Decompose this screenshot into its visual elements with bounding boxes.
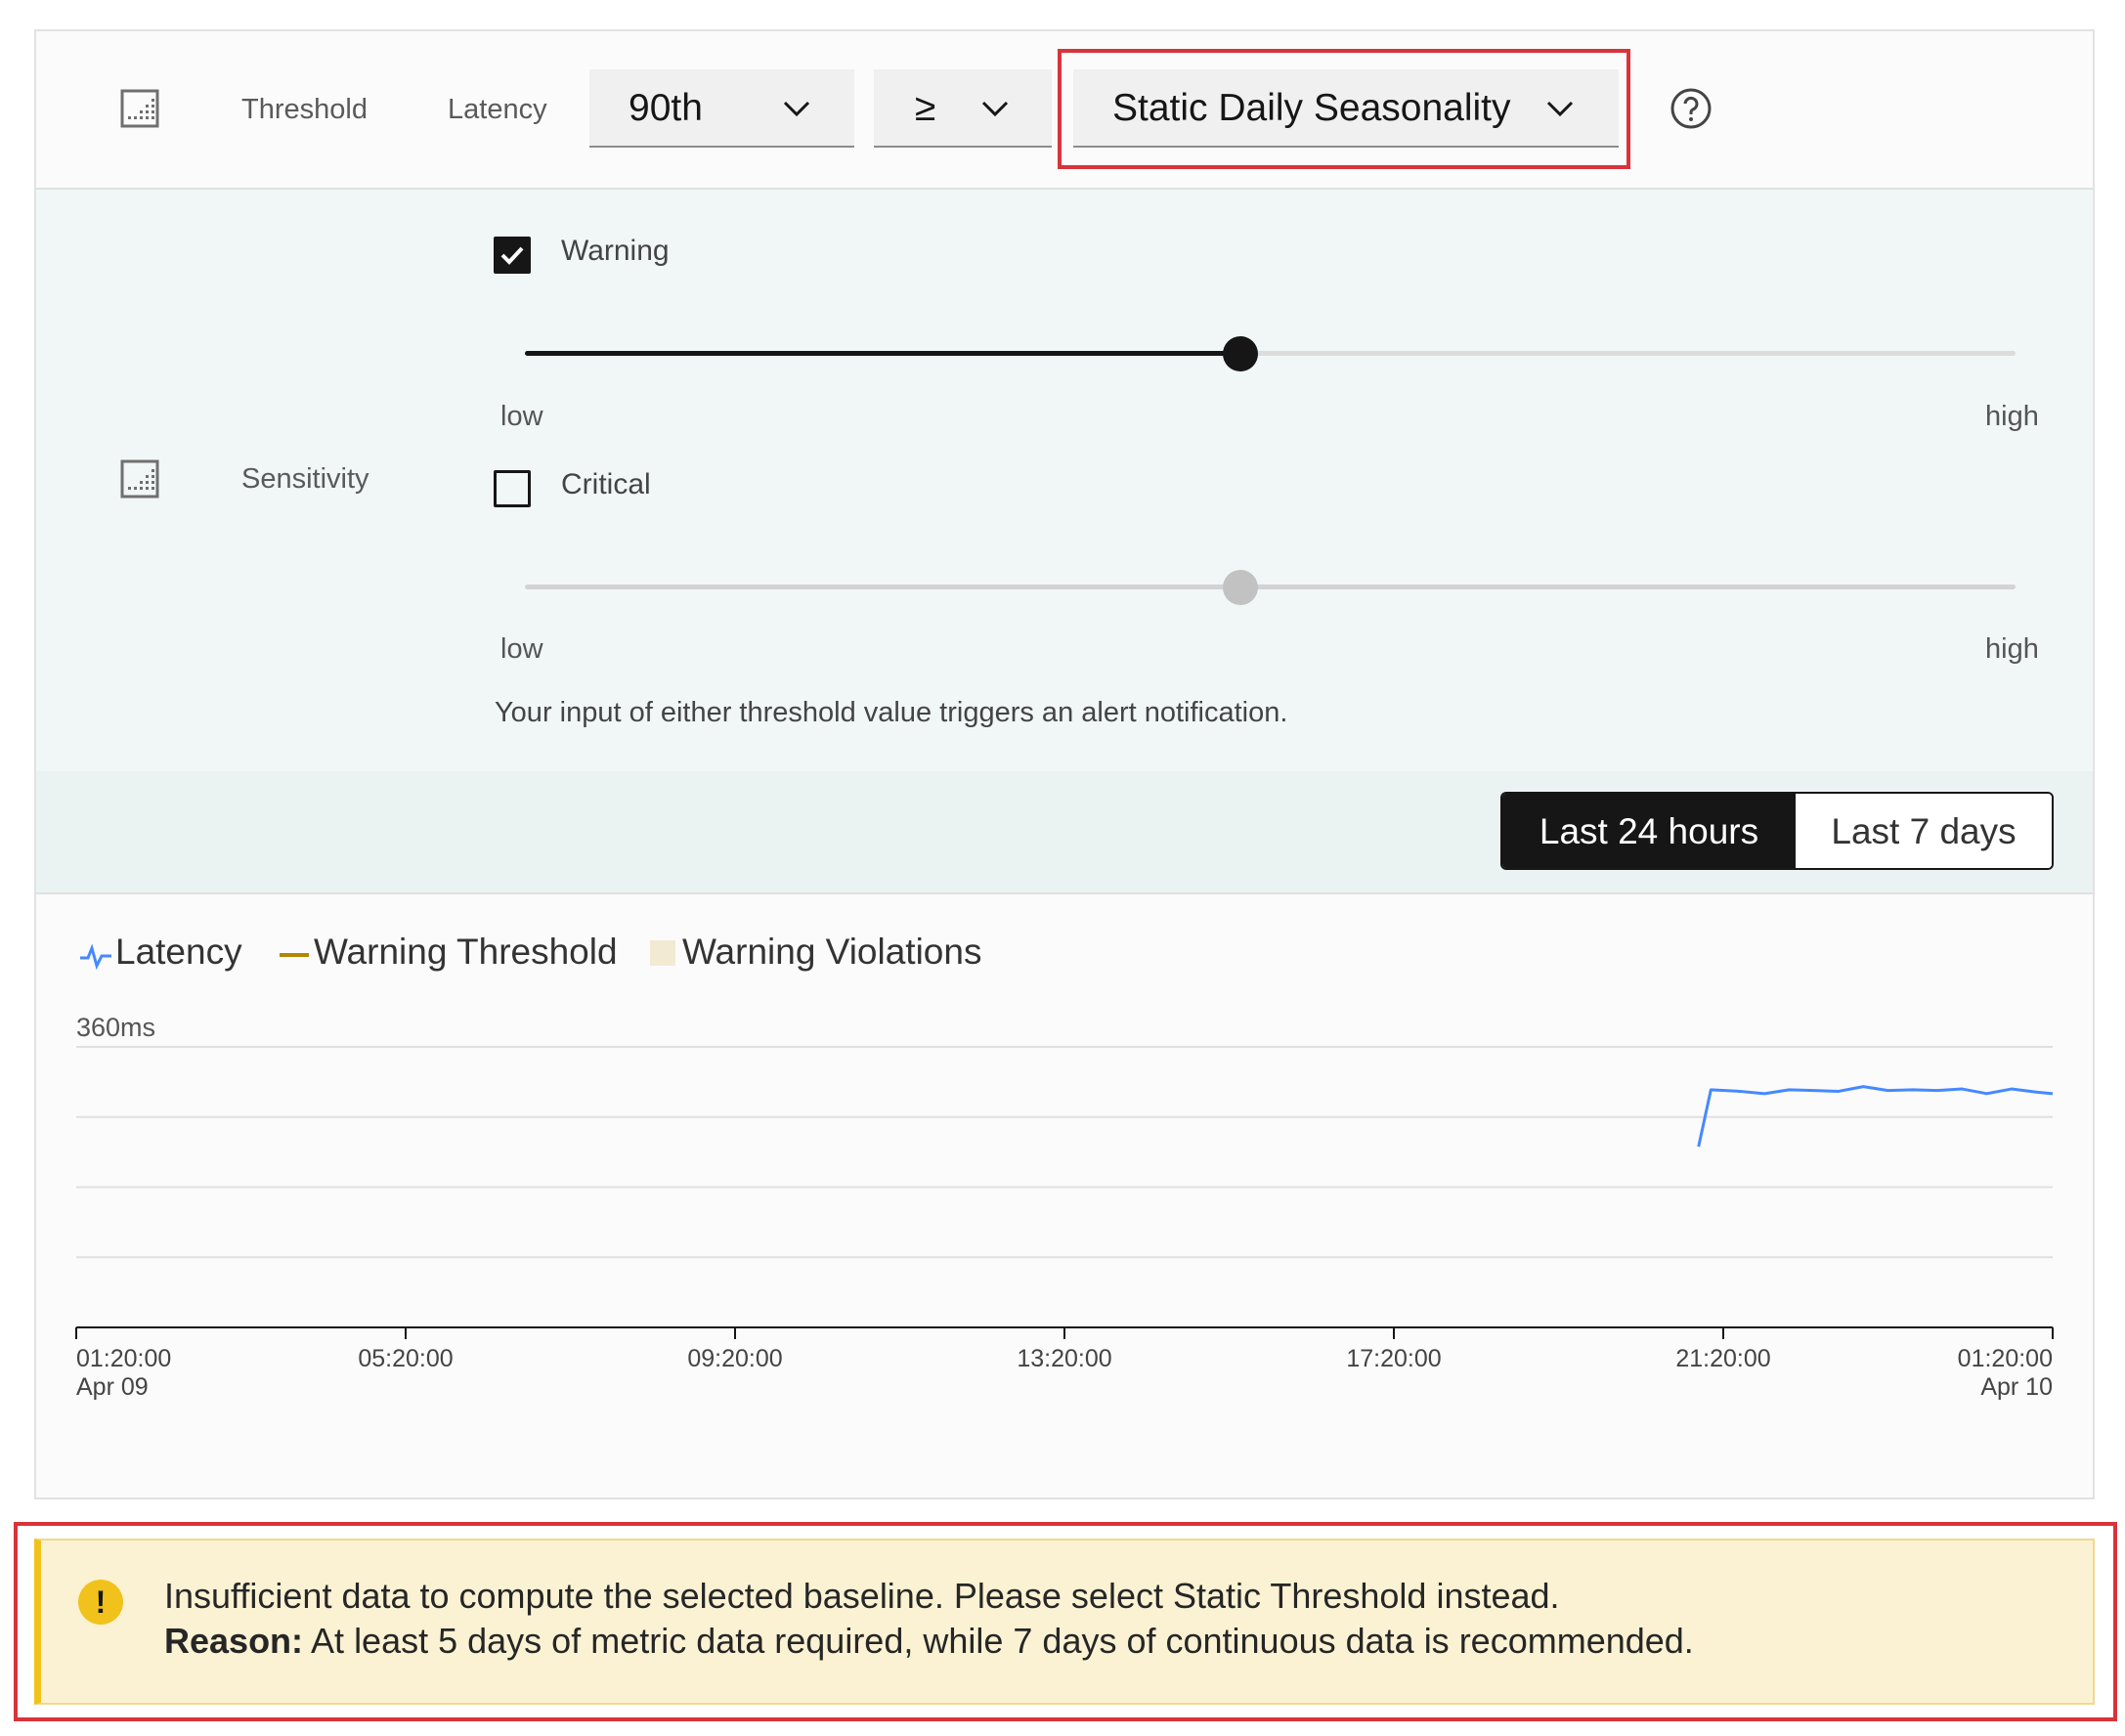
highlight-box-notification [14, 1522, 2117, 1721]
latency-chart [75, 1046, 2054, 1339]
x-tick-label: 05:20:00 [358, 1345, 454, 1372]
x-tick-date: Apr 09 [76, 1373, 149, 1401]
x-tick-date: Apr 10 [1980, 1373, 2053, 1401]
x-tick-label: 13:20:00 [1017, 1345, 1112, 1372]
x-tick-label: 17:20:00 [1346, 1345, 1442, 1372]
x-tick-label: 21:20:00 [1675, 1345, 1771, 1372]
x-tick-label: 01:20:00 [1957, 1345, 2053, 1372]
x-tick-label: 01:20:00 [76, 1345, 172, 1372]
x-tick-label: 09:20:00 [687, 1345, 783, 1372]
